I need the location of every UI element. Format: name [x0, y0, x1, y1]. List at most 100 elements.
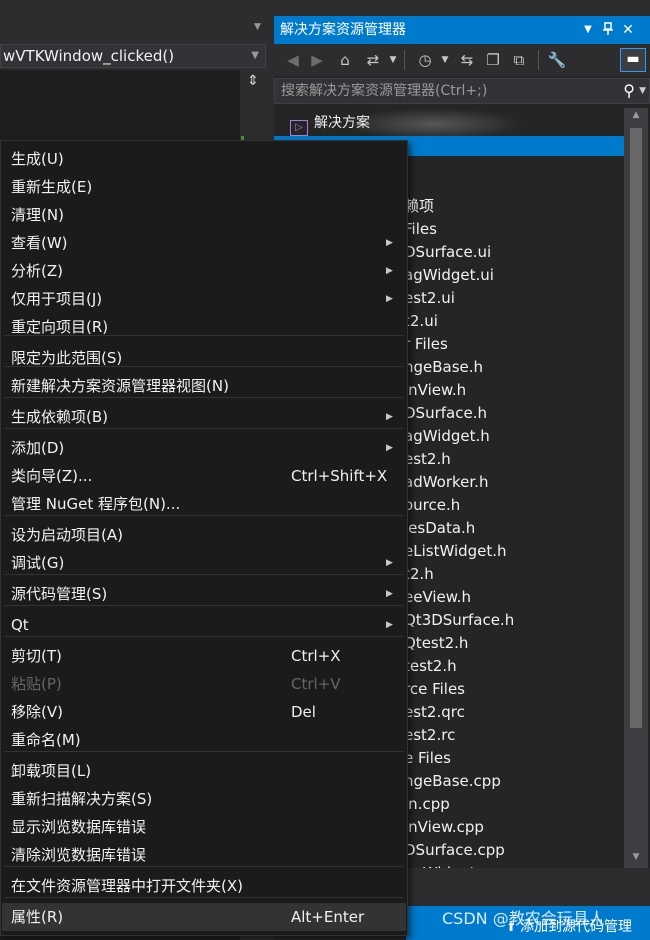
- menu-item[interactable]: 新建解决方案资源管理器视图(N): [2, 372, 406, 400]
- tree-item[interactable]: inView.h: [404, 379, 466, 402]
- tree-item[interactable]: eeView.h: [404, 586, 471, 609]
- tree-item[interactable]: Files: [404, 218, 437, 241]
- tree-item[interactable]: est2.rc: [404, 724, 455, 747]
- menu-item-label: 属性(R): [11, 908, 64, 926]
- solution-explorer-title: 解决方案资源管理器: [280, 22, 406, 38]
- menu-item[interactable]: 生成(U): [2, 145, 406, 173]
- window-dropdown-icon[interactable]: ▼: [580, 16, 596, 44]
- tree-item[interactable]: test2.h: [404, 655, 457, 678]
- menu-item-label: 重命名(M): [11, 731, 81, 749]
- tree-item[interactable]: ngeBase.h: [404, 356, 483, 379]
- sync-icon[interactable]: ⇆: [456, 49, 478, 71]
- visual-studio-solution-icon: ▷: [290, 120, 308, 136]
- tree-item[interactable]: in.cpp: [404, 793, 450, 816]
- scroll-down-icon[interactable]: ▼: [624, 852, 648, 862]
- forward-icon[interactable]: ▶: [306, 49, 328, 71]
- tree-item[interactable]: eListWidget.h: [404, 540, 507, 563]
- tree-item[interactable]: rce Files: [404, 678, 465, 701]
- menu-item[interactable]: 剪切(T) Ctrl+X: [2, 642, 406, 670]
- menu-item[interactable]: 重新扫描解决方案(S): [2, 785, 406, 813]
- function-combo[interactable]: wVTKWindow_clicked() ▼: [0, 44, 266, 68]
- tab-dropdown-icon[interactable]: ▼: [254, 22, 264, 32]
- back-icon[interactable]: ◀: [282, 49, 304, 71]
- menu-item[interactable]: 源代码管理(S) ▶: [2, 580, 406, 608]
- menu-item[interactable]: 类向导(Z)... Ctrl+Shift+X: [2, 462, 406, 490]
- collapse-all-icon[interactable]: ❐: [482, 49, 504, 71]
- menu-item: 粘贴(P) Ctrl+V: [2, 670, 406, 698]
- tree-item[interactable]: ngeBase.cpp: [404, 770, 501, 793]
- menu-item[interactable]: 重命名(M): [2, 726, 406, 754]
- menu-item[interactable]: 调试(G) ▶: [2, 549, 406, 577]
- menu-item[interactable]: 设为启动项目(A): [2, 521, 406, 549]
- menu-item[interactable]: 限定为此范围(S): [2, 344, 406, 372]
- solution-search-input[interactable]: 搜索解决方案资源管理器(Ctrl+;) ⚲ ▼: [274, 78, 650, 104]
- solution-node[interactable]: ▷ 解决方案: [290, 112, 370, 136]
- pending-changes-filter-icon[interactable]: ◷: [414, 49, 436, 71]
- tree-item[interactable]: agWidget.h: [404, 425, 490, 448]
- menu-item[interactable]: 在文件资源管理器中打开文件夹(X): [2, 872, 406, 900]
- menu-item-label: 移除(V): [11, 703, 63, 721]
- submenu-arrow-icon: ▶: [386, 443, 393, 453]
- close-icon[interactable]: ✕: [620, 16, 636, 44]
- scroll-thumb[interactable]: [630, 128, 642, 728]
- tree-item[interactable]: DSurface.ui: [404, 241, 491, 264]
- menu-item-label: 限定为此范围(S): [11, 349, 123, 367]
- menu-item[interactable]: 显示浏览数据库错误: [2, 813, 406, 841]
- show-all-files-icon[interactable]: ⧉: [508, 49, 530, 71]
- submenu-arrow-icon: ▶: [386, 558, 393, 568]
- tree-item[interactable]: t2.ui: [404, 310, 438, 333]
- solution-node-label: 解决方案: [314, 115, 370, 131]
- menu-item-shortcut: Ctrl+V: [291, 675, 341, 693]
- menu-item[interactable]: 分析(Z) ▶: [2, 257, 406, 285]
- tree-item[interactable]: est2.ui: [404, 287, 455, 310]
- tree-item[interactable]: adWorker.h: [404, 471, 488, 494]
- menu-item[interactable]: 重新生成(E): [2, 173, 406, 201]
- menu-item-label: 清理(N): [11, 206, 64, 224]
- menu-item[interactable]: 生成依赖项(B) ▶: [2, 403, 406, 431]
- tree-item[interactable]: 赖项: [404, 195, 434, 218]
- tree-item[interactable]: agWidget.ui: [404, 264, 494, 287]
- switch-views-dropdown-icon[interactable]: ▼: [382, 49, 404, 71]
- menu-item[interactable]: 查看(W) ▶: [2, 229, 406, 257]
- chevron-down-icon[interactable]: ▼: [251, 45, 259, 67]
- menu-item-label: 清除浏览数据库错误: [11, 846, 147, 864]
- search-options-dropdown-icon[interactable]: ▼: [639, 79, 646, 103]
- menu-item[interactable]: 管理 NuGet 程序包(N)...: [2, 490, 406, 518]
- tree-item[interactable]: est2.h: [404, 448, 451, 471]
- tree-item[interactable]: Qtest2.h: [404, 632, 468, 655]
- scroll-up-icon[interactable]: ▲: [624, 110, 648, 120]
- menu-item[interactable]: Qt ▶: [2, 611, 406, 639]
- preview-selected-items-icon[interactable]: ▬: [620, 48, 646, 72]
- tree-item[interactable]: Qt3DSurface.h: [404, 609, 514, 632]
- split-editor-icon[interactable]: ⇕: [244, 72, 262, 90]
- filter-dropdown-icon[interactable]: ▼: [434, 49, 456, 71]
- tree-item[interactable]: r Files: [404, 333, 448, 356]
- properties-wrench-icon[interactable]: 🔧: [546, 49, 568, 71]
- switch-views-icon[interactable]: ⇄: [362, 49, 384, 71]
- menu-item[interactable]: 清除浏览数据库错误: [2, 841, 406, 869]
- submenu-arrow-icon: ▶: [386, 589, 393, 599]
- menu-item[interactable]: 仅用于项目(J) ▶: [2, 285, 406, 313]
- menu-item[interactable]: 添加(D) ▶: [2, 434, 406, 462]
- menu-item-label: 分析(Z): [11, 262, 63, 280]
- pin-icon[interactable]: [600, 16, 616, 44]
- tree-item[interactable]: iesData.h: [404, 517, 475, 540]
- tree-item[interactable]: t2.h: [404, 563, 434, 586]
- menu-item[interactable]: 清理(N): [2, 201, 406, 229]
- menu-item-label: 调试(G): [11, 554, 65, 572]
- tree-item[interactable]: est2.qrc: [404, 701, 465, 724]
- tree-item[interactable]: DSurface.cpp: [404, 839, 505, 862]
- menu-item[interactable]: 属性(R) Alt+Enter: [2, 903, 406, 931]
- solution-tree-scrollbar[interactable]: ▲ ▼: [624, 108, 648, 868]
- home-icon[interactable]: ⌂: [334, 49, 356, 71]
- tree-item[interactable]: DSurface.h: [404, 402, 487, 425]
- menu-item[interactable]: 移除(V) Del: [2, 698, 406, 726]
- tree-item[interactable]: inView.cpp: [404, 816, 484, 839]
- source-control-status[interactable]: ⬆ 添加到源代码管理: [506, 917, 632, 937]
- menu-item[interactable]: 重定向项目(R): [2, 313, 406, 341]
- submenu-arrow-icon: ▶: [386, 620, 393, 630]
- tree-item[interactable]: ource.h: [404, 494, 460, 517]
- menu-item[interactable]: 卸载项目(L): [2, 757, 406, 785]
- tree-item[interactable]: e Files: [404, 747, 451, 770]
- search-icon[interactable]: ⚲: [623, 79, 635, 103]
